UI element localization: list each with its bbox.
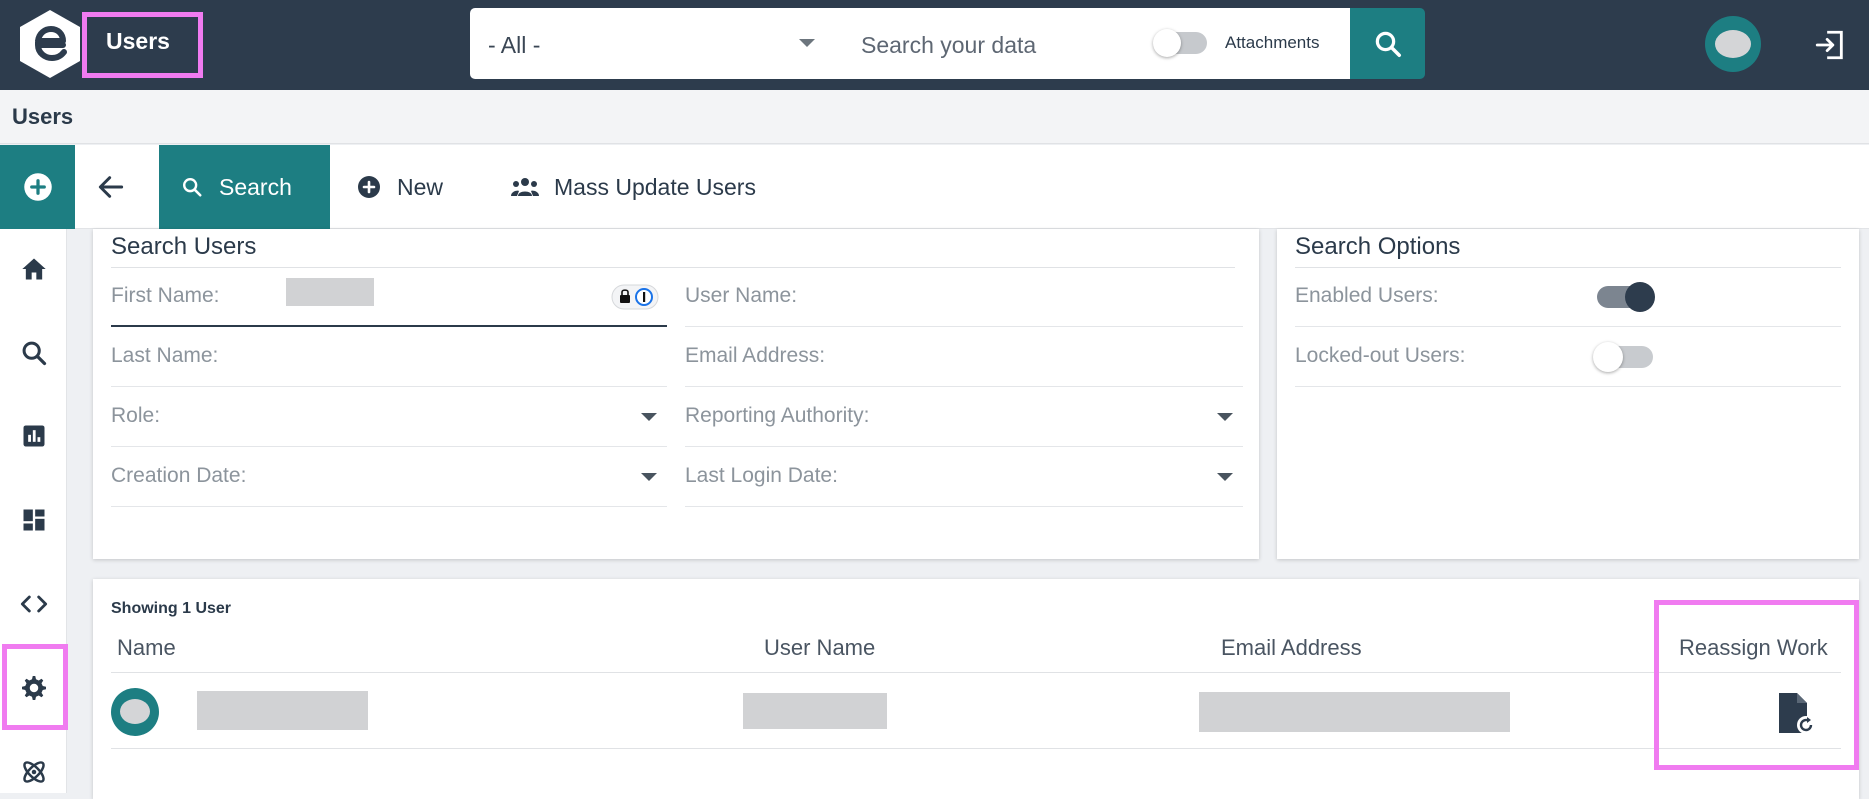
add-button[interactable]: [0, 145, 75, 229]
search-input[interactable]: Search your data: [861, 32, 1036, 59]
enabled-users-toggle[interactable]: [1597, 282, 1655, 312]
home-icon[interactable]: [18, 253, 50, 285]
card-title: Search Options: [1295, 233, 1461, 260]
search-users-card: Search Users First Name: Last Name: Role…: [93, 229, 1259, 559]
chevron-down-icon: [1217, 473, 1233, 481]
first-name-value: [286, 278, 374, 306]
global-search[interactable]: Search your data Attachments: [843, 8, 1350, 79]
email-address-field[interactable]: Email Address:: [685, 327, 1243, 387]
toggle-knob: [1593, 342, 1623, 372]
scope-select-value: - All -: [488, 32, 541, 58]
field-label: Creation Date:: [111, 464, 247, 487]
field-label: Enabled Users:: [1295, 284, 1439, 307]
field-label: First Name:: [111, 284, 220, 307]
field-label: Email Address:: [685, 344, 826, 367]
atom-icon[interactable]: [18, 756, 50, 788]
user-name-cell: [743, 693, 887, 729]
creation-date-select[interactable]: Creation Date:: [111, 447, 667, 507]
avatar: [111, 688, 159, 736]
tab-new-label: New: [397, 173, 444, 200]
enabled-users-option: Enabled Users:: [1295, 267, 1841, 327]
password-manager-icon[interactable]: [611, 284, 659, 310]
plus-circle-icon: [358, 176, 380, 198]
search-options-card: Search Options Enabled Users: Locked-out…: [1277, 229, 1859, 559]
search-icon: [1375, 31, 1401, 57]
tab-mass-update-label: Mass Update Users: [554, 173, 756, 200]
email-cell: [1199, 692, 1510, 732]
toggle-knob: [1153, 29, 1181, 57]
search-button[interactable]: [1350, 8, 1425, 79]
name-cell[interactable]: [197, 691, 368, 730]
settings-highlight: [2, 644, 68, 730]
user-name-field[interactable]: User Name:: [685, 267, 1243, 327]
reporting-authority-select[interactable]: Reporting Authority:: [685, 387, 1243, 447]
reassign-highlight: [1654, 600, 1859, 770]
column-header-email[interactable]: Email Address: [1221, 635, 1362, 661]
breadcrumb-bar: Users: [0, 90, 1869, 144]
last-name-field[interactable]: Last Name:: [111, 327, 667, 387]
column-header-user-name[interactable]: User Name: [764, 635, 875, 661]
chevron-down-icon: [641, 473, 657, 481]
action-bar: Search New Mass Update Users: [0, 145, 1869, 229]
field-label: User Name:: [685, 284, 798, 307]
app-logo[interactable]: [14, 8, 86, 80]
results-card: [93, 579, 1859, 799]
user-avatar[interactable]: [1705, 16, 1761, 72]
tab-new[interactable]: New: [357, 145, 443, 229]
field-label: Last Login Date:: [685, 464, 838, 487]
search-icon: [183, 178, 202, 197]
tab-mass-update-users[interactable]: Mass Update Users: [510, 145, 756, 229]
field-label: Role:: [111, 404, 161, 427]
tab-search-label: Search: [219, 173, 292, 200]
field-label: Reporting Authority:: [685, 404, 870, 427]
chevron-down-icon: [799, 39, 815, 47]
first-name-field[interactable]: First Name:: [111, 267, 667, 327]
title-highlight: [82, 12, 203, 78]
chevron-down-icon: [641, 413, 657, 421]
back-button[interactable]: [95, 171, 127, 208]
search-icon[interactable]: [18, 337, 50, 369]
header-divider: [111, 672, 1841, 673]
reports-icon[interactable]: [18, 420, 50, 452]
toggle-knob: [1625, 282, 1655, 312]
group-icon: [511, 178, 539, 196]
tab-search[interactable]: Search: [159, 145, 330, 229]
column-header-name[interactable]: Name: [117, 635, 176, 661]
role-select[interactable]: Role:: [111, 387, 667, 447]
plus-circle-icon: [23, 173, 52, 201]
locked-out-users-toggle[interactable]: [1593, 342, 1653, 372]
dashboard-icon[interactable]: [18, 504, 50, 536]
chevron-down-icon: [1217, 413, 1233, 421]
attachments-toggle[interactable]: [1153, 29, 1207, 57]
last-login-date-select[interactable]: Last Login Date:: [685, 447, 1243, 507]
logout-button[interactable]: [1813, 28, 1847, 67]
top-bar: Users - All - Search your data Attachmen…: [0, 0, 1869, 90]
field-label: Locked-out Users:: [1295, 344, 1466, 367]
breadcrumb: Users: [12, 104, 74, 129]
arrow-left-icon: [98, 176, 124, 198]
scope-select[interactable]: - All -: [470, 8, 843, 79]
card-title: Search Users: [111, 233, 257, 260]
code-icon[interactable]: [18, 588, 50, 620]
row-divider: [111, 748, 1841, 749]
field-label: Last Name:: [111, 344, 219, 367]
results-count: Showing 1 User: [111, 600, 232, 617]
locked-out-users-option: Locked-out Users:: [1295, 327, 1841, 387]
attachments-label: Attachments: [1225, 33, 1320, 52]
logout-icon: [1815, 30, 1843, 60]
